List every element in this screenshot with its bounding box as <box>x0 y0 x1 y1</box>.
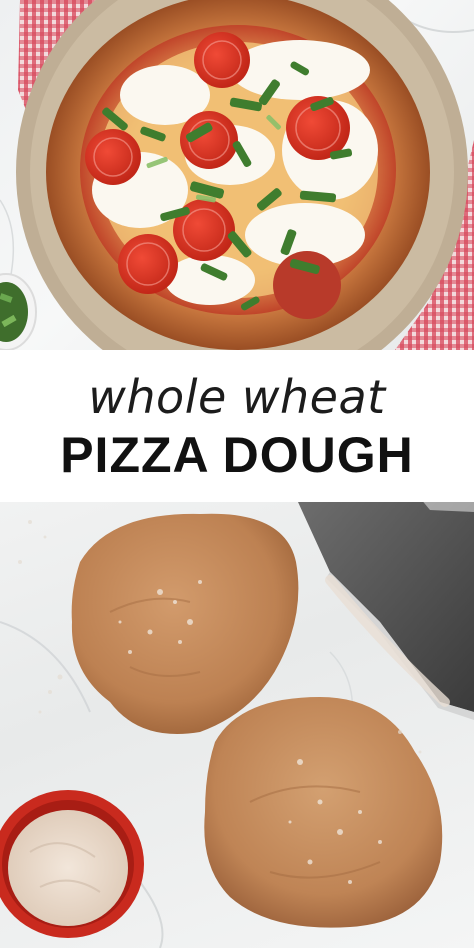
bench-scraper <box>298 502 474 720</box>
title-pizza-dough: PIZZA DOUGH <box>60 427 414 483</box>
dough-illustration <box>0 502 474 948</box>
flour-bowl <box>0 790 144 938</box>
pizza-photo <box>0 0 474 350</box>
pizza-illustration <box>0 0 474 350</box>
dough-ball-1 <box>71 513 299 734</box>
title-band: whole wheat PIZZA DOUGH <box>0 350 474 502</box>
pin-graphic: whole wheat PIZZA DOUGH <box>0 0 474 948</box>
dough-ball-2 <box>204 697 443 928</box>
title-whole-wheat: whole wheat <box>88 370 386 424</box>
dough-photo <box>0 502 474 948</box>
